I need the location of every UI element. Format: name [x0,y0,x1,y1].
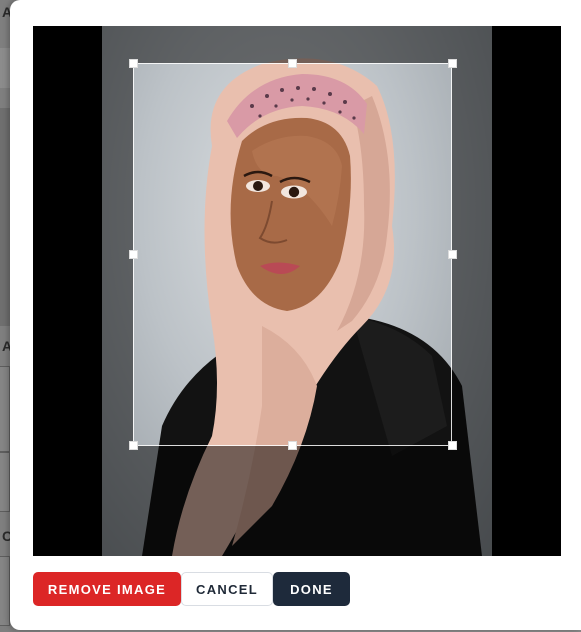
crop-handle-left[interactable] [129,250,138,259]
background-field [0,452,10,512]
crop-handle-top-right[interactable] [448,59,457,68]
crop-selection[interactable] [133,63,452,446]
background-field [0,366,10,452]
remove-image-button[interactable]: REMOVE IMAGE [33,572,181,606]
done-button[interactable]: DONE [273,572,350,606]
crop-shade-right [452,63,492,446]
modal-actions: REMOVE IMAGE CANCEL DONE [33,572,350,606]
crop-handle-bottom-left[interactable] [129,441,138,450]
crop-handle-bottom-right[interactable] [448,441,457,450]
crop-shade-top [102,26,492,63]
crop-handle-top[interactable] [288,59,297,68]
background-field [0,556,10,626]
background-divider [0,48,10,88]
background-image-preview [0,108,10,326]
crop-shade-bottom [102,446,492,556]
crop-handle-top-left[interactable] [129,59,138,68]
image-crop-modal: REMOVE IMAGE CANCEL DONE [10,0,581,630]
crop-stage [33,26,561,556]
crop-handle-bottom[interactable] [288,441,297,450]
cancel-button[interactable]: CANCEL [181,572,273,606]
crop-handle-right[interactable] [448,250,457,259]
